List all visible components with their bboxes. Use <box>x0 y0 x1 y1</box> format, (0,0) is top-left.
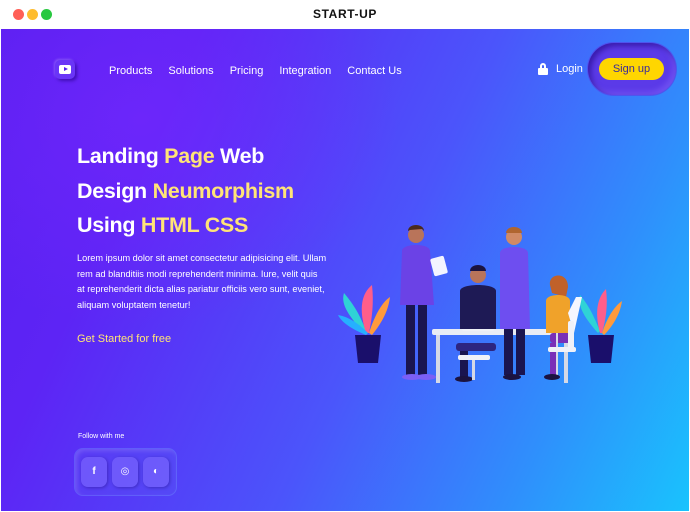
window-title: START-UP <box>313 7 377 21</box>
hero-title-highlight: HTML CSS <box>140 213 249 237</box>
logo-button[interactable] <box>55 60 75 79</box>
main-nav: Products Solutions Pricing Integration C… <box>109 65 418 77</box>
youtube-icon <box>59 65 71 74</box>
facebook-button[interactable]: f <box>81 457 107 487</box>
get-started-link[interactable]: Get Started for free <box>77 333 171 345</box>
nav-link-contact[interactable]: Contact Us <box>347 65 401 77</box>
nav-link-solutions[interactable]: Solutions <box>168 65 213 77</box>
nav-link-products[interactable]: Products <box>109 65 152 77</box>
hero-title-text: Using <box>77 213 141 237</box>
window-titlebar: START-UP <box>0 0 690 28</box>
nav-link-pricing[interactable]: Pricing <box>230 65 264 77</box>
signup-container: Sign up <box>588 43 676 95</box>
hero-title-text: Design <box>77 178 153 203</box>
hero-description: Lorem ipsum dolor sit amet consectetur a… <box>77 253 327 310</box>
lock-icon <box>538 63 548 75</box>
hero-title-highlight: Neumorphism <box>152 178 295 203</box>
login-label: Login <box>556 63 583 75</box>
hero-title-text: Web <box>214 144 265 168</box>
signup-button[interactable]: Sign up <box>599 58 664 80</box>
follow-label: Follow with me <box>78 433 125 440</box>
plant-right-icon <box>579 289 622 363</box>
person-seated-icon <box>455 265 496 382</box>
dribbble-icon: ◎ <box>120 466 130 477</box>
login-link[interactable]: Login <box>538 63 583 75</box>
hero-title: Landing Page Web Design Neumorphism Usin… <box>77 139 294 243</box>
plant-left-icon <box>338 285 390 363</box>
team-illustration <box>338 225 622 383</box>
github-icon: ◐ <box>152 466 160 477</box>
hero-title-text: Landing <box>77 144 165 168</box>
social-links: f ◎ ◐ <box>75 449 176 495</box>
person-standing-right-icon <box>500 227 530 380</box>
person-woman-icon <box>544 275 582 380</box>
facebook-icon: f <box>92 466 96 477</box>
hero-title-highlight: Page <box>164 144 215 168</box>
nav-link-integration[interactable]: Integration <box>279 65 331 77</box>
landing-page: Products Solutions Pricing Integration C… <box>1 29 689 511</box>
github-button[interactable]: ◐ <box>143 457 169 487</box>
dribbble-button[interactable]: ◎ <box>112 457 138 487</box>
person-standing-left-icon <box>400 225 448 380</box>
